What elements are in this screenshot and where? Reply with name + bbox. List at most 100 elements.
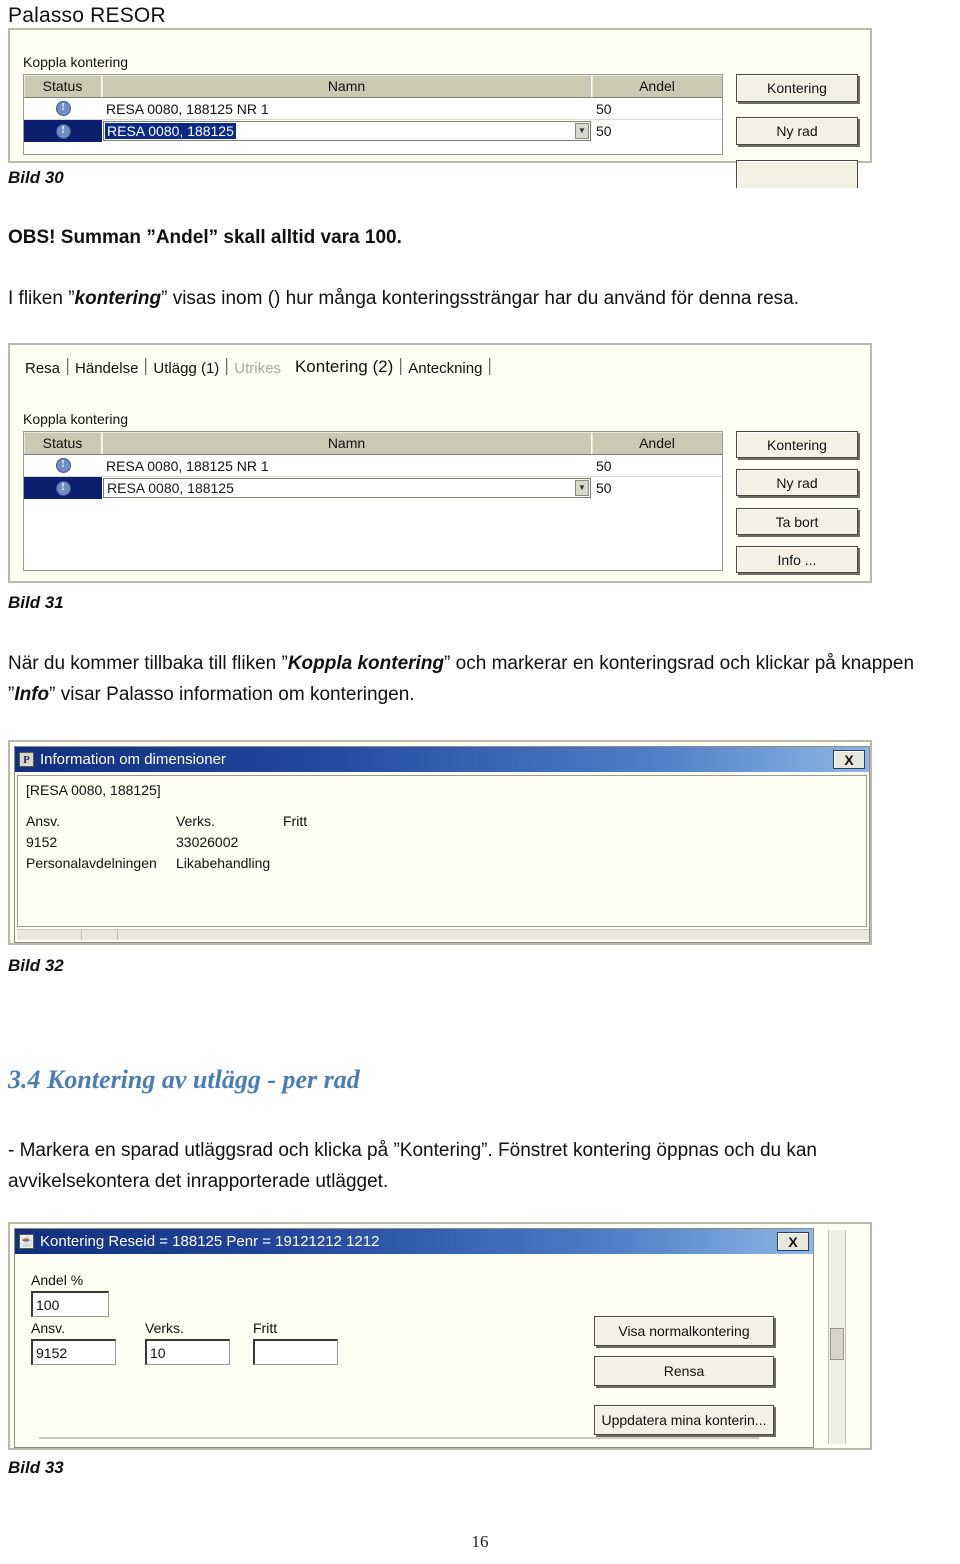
- namn-combobox-value: RESA 0080, 188125: [105, 123, 236, 139]
- info-part3: ” visar Palasso information om kontering…: [49, 684, 415, 705]
- row-andel-cell[interactable]: 50: [592, 477, 722, 499]
- status-bar-divider: [117, 930, 118, 940]
- ny-rad-button[interactable]: Ny rad: [736, 117, 858, 145]
- context-label: [RESA 0080, 188125]: [26, 782, 161, 798]
- page-number: 16: [471, 1532, 489, 1551]
- row-namn-cell[interactable]: RESA 0080, 188125 NR 1: [102, 98, 592, 120]
- label-ansv: Ansv.: [31, 1320, 65, 1336]
- row-status-cell: !: [24, 98, 102, 120]
- dim-header-ansv: Ansv.: [26, 813, 60, 829]
- tab-anteckning[interactable]: Anteckning: [401, 360, 489, 377]
- rensa-button[interactable]: Rensa: [594, 1356, 774, 1386]
- caption-bild-30: Bild 30: [8, 168, 64, 187]
- ansv-input[interactable]: 9152: [31, 1339, 116, 1365]
- status-exclamation-icon: !: [55, 458, 71, 473]
- close-icon[interactable]: X: [777, 1232, 809, 1251]
- table-empty-area: [24, 499, 722, 569]
- dialog-content-area: Andel % 100 Ansv. 9152 Verks. 10 Fritt V…: [17, 1256, 811, 1445]
- status-exclamation-icon: !: [55, 123, 71, 139]
- partial-button-below[interactable]: [736, 160, 858, 188]
- label-verks: Verks.: [145, 1320, 184, 1336]
- dialog-content-area: [RESA 0080, 188125] Ansv. Verks. Fritt 9…: [17, 775, 867, 927]
- dialog-title-bar[interactable]: ☕ Kontering Reseid = 188125 Penr = 19121…: [15, 1229, 813, 1254]
- table-row[interactable]: ! RESA 0080, 188125 NR 1 50: [24, 455, 722, 477]
- table-row-selected[interactable]: ! RESA 0080, 188125 ▼ 50: [24, 477, 722, 499]
- dim-value-verks-code: 33026002: [176, 834, 239, 850]
- row-andel-cell[interactable]: 50: [592, 120, 722, 142]
- status-exclamation-icon: !: [55, 480, 71, 496]
- column-header-namn[interactable]: Namn: [102, 75, 592, 98]
- column-header-status[interactable]: Status: [24, 432, 102, 455]
- flik-before: I fliken ”: [8, 288, 75, 309]
- chevron-down-icon[interactable]: ▼: [575, 123, 589, 139]
- dim-value-ansv-name: Personalavdelningen: [26, 855, 157, 871]
- group-label-koppla-kontering: Koppla kontering: [23, 411, 129, 427]
- row-andel-cell[interactable]: 50: [592, 455, 722, 477]
- obs-rest: skall alltid vara 100.: [218, 227, 402, 248]
- vertical-scrollbar[interactable]: [828, 1230, 846, 1444]
- kontering-button[interactable]: Kontering: [736, 74, 858, 102]
- dialog-status-bar: [17, 929, 869, 940]
- info-emph-info: Info: [14, 684, 50, 705]
- tab-resa[interactable]: Resa: [18, 360, 67, 377]
- column-header-namn[interactable]: Namn: [102, 432, 592, 455]
- dialog-title-text: Kontering Reseid = 188125 Penr = 1912121…: [40, 1233, 380, 1250]
- visa-normalkontering-button[interactable]: Visa normalkontering: [594, 1316, 774, 1346]
- paragraph-per-rad: - Markera en sparad utläggsrad och klick…: [8, 1140, 818, 1192]
- java-cup-icon: ☕: [19, 1234, 34, 1249]
- flik-emphasis: kontering: [74, 288, 162, 309]
- table-row[interactable]: ! RESA 0080, 188125 NR 1 50: [24, 98, 722, 120]
- verks-input[interactable]: 10: [145, 1339, 230, 1365]
- scrollbar-thumb[interactable]: [830, 1328, 844, 1360]
- flik-after: ” visas inom () hur många konteringssträ…: [161, 288, 799, 309]
- page-title: Palasso RESOR: [8, 4, 166, 27]
- paragraph-flik-kontering: I fliken ”kontering” visas inom () hur m…: [8, 283, 952, 314]
- tab-kontering[interactable]: Kontering (2): [288, 357, 400, 377]
- row-namn-combo-wrap: RESA 0080, 188125 ▼: [102, 477, 592, 499]
- caption-bild-31: Bild 31: [8, 593, 64, 612]
- fritt-input[interactable]: [253, 1339, 338, 1365]
- row-namn-combo-wrap: RESA 0080, 188125 ▼: [102, 120, 592, 142]
- ta-bort-button[interactable]: Ta bort: [736, 508, 858, 535]
- table-header-row: Status Namn Andel: [24, 432, 722, 455]
- column-header-andel[interactable]: Andel: [592, 75, 722, 98]
- obs-lead: OBS! Summan: [8, 227, 147, 248]
- tab-utlagg[interactable]: Utlägg (1): [146, 360, 226, 377]
- info-button[interactable]: Info ...: [736, 546, 858, 573]
- tab-handelse[interactable]: Händelse: [68, 360, 145, 377]
- dim-value-ansv-code: 9152: [26, 834, 58, 850]
- screenshot-bild-32: P Information om dimensioner X [RESA 008…: [8, 740, 872, 945]
- row-namn-cell[interactable]: RESA 0080, 188125 NR 1: [102, 455, 592, 477]
- row-andel-cell[interactable]: 50: [592, 98, 722, 120]
- column-header-status[interactable]: Status: [24, 75, 102, 98]
- screenshot-bild-30: Koppla kontering Status Namn Andel ! RES…: [8, 28, 872, 188]
- dialog-title-text: Information om dimensioner: [40, 751, 226, 768]
- namn-combobox[interactable]: RESA 0080, 188125 ▼: [103, 478, 591, 498]
- column-header-andel[interactable]: Andel: [592, 432, 722, 455]
- dim-value-verks-name: Likabehandling: [176, 855, 271, 871]
- status-exclamation-icon: !: [55, 101, 71, 116]
- label-andel-procent: Andel %: [31, 1272, 84, 1288]
- kontering-button[interactable]: Kontering: [736, 431, 858, 458]
- close-icon[interactable]: X: [833, 750, 865, 769]
- kontering-table[interactable]: Status Namn Andel ! RESA 0080, 188125 NR…: [23, 74, 723, 155]
- caption-bild-32: Bild 32: [8, 956, 64, 975]
- namn-combobox-value: RESA 0080, 188125: [107, 480, 234, 496]
- paragraph-obs: OBS! Summan ”Andel” skall alltid vara 10…: [8, 222, 952, 253]
- tab-divider: [489, 358, 491, 375]
- andel-procent-input[interactable]: 100: [31, 1291, 109, 1317]
- status-bar-divider: [81, 930, 82, 940]
- kontering-table[interactable]: Status Namn Andel ! RESA 0080, 188125 NR…: [23, 431, 723, 571]
- table-row-selected[interactable]: ! RESA 0080, 188125 ▼ 50: [24, 120, 722, 142]
- ny-rad-button[interactable]: Ny rad: [736, 469, 858, 496]
- namn-combobox[interactable]: RESA 0080, 188125 ▼: [103, 121, 591, 141]
- chevron-down-icon[interactable]: ▼: [575, 480, 589, 496]
- uppdatera-mina-konteringar-button[interactable]: Uppdatera mina konterin...: [594, 1405, 774, 1435]
- row-status-cell: !: [24, 120, 102, 142]
- dialog-title-bar[interactable]: P Information om dimensioner X: [15, 747, 869, 772]
- table-header-row: Status Namn Andel: [24, 75, 722, 98]
- section-heading: 3.4 Kontering av utlägg - per rad: [8, 1065, 360, 1094]
- paragraph-info-knapp: När du kommer tillbaka till fliken ”Kopp…: [8, 648, 952, 710]
- row-status-cell: !: [24, 477, 102, 499]
- label-fritt: Fritt: [253, 1320, 278, 1336]
